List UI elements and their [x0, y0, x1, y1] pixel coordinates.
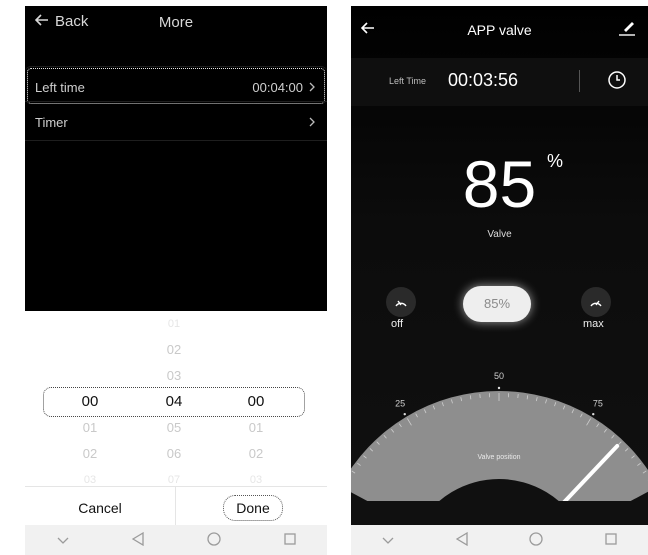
- picker-item: 02: [248, 446, 264, 461]
- picker-item: 02: [82, 446, 98, 461]
- minutes-column[interactable]: 01 02 03 04 05 06 07: [144, 311, 204, 493]
- seconds-column[interactable]: 00 01 02 03: [226, 311, 286, 493]
- time-picker: 00 01 02 03 01 02 03 04 05 06 07 00 01 0…: [25, 311, 327, 486]
- valve-value: 85: [462, 147, 537, 221]
- timer-row[interactable]: Timer: [25, 101, 327, 141]
- gauge-tick-dot: [592, 412, 595, 416]
- valve-position-gauge[interactable]: 0255075100Valve position: [351, 361, 648, 501]
- picker-item: [226, 311, 286, 337]
- chevron-down-icon[interactable]: [382, 532, 394, 548]
- left-time-label: Left time: [35, 80, 85, 95]
- picker-item: [60, 337, 120, 363]
- cancel-button[interactable]: Cancel: [25, 500, 175, 516]
- system-nav-bar: [25, 525, 327, 555]
- edit-button[interactable]: [618, 20, 636, 41]
- system-nav-bar: [351, 525, 648, 555]
- picker-selected-item: 04: [165, 393, 183, 410]
- picker-item: [60, 363, 120, 389]
- left-screen: Back More Left time 00:04:00 Timer 00 01…: [25, 6, 327, 555]
- left-time-row[interactable]: Left time 00:04:00: [25, 66, 327, 106]
- page-title: APP valve: [467, 22, 532, 38]
- left-time-bar: Left Time 00:03:56: [351, 58, 648, 106]
- nav-recents-icon[interactable]: [605, 532, 617, 548]
- picker-item: 01: [82, 420, 98, 435]
- done-button[interactable]: Done: [223, 495, 283, 521]
- timer-label: Timer: [35, 115, 68, 130]
- picker-item: 05: [166, 420, 182, 435]
- pencil-icon: [618, 22, 636, 40]
- hours-column[interactable]: 00 01 02 03: [60, 311, 120, 493]
- page-title: More: [158, 14, 194, 31]
- valve-percent-pill[interactable]: 85%: [463, 286, 531, 322]
- picker-selected-item: 00: [247, 393, 265, 410]
- valve-unit: %: [547, 151, 564, 171]
- chevron-down-icon[interactable]: [57, 532, 69, 548]
- nav-back-icon[interactable]: [455, 531, 468, 549]
- gauge-tick-label: 75: [593, 398, 603, 408]
- picker-item: 06: [166, 446, 182, 461]
- picker-item: 01: [248, 420, 264, 435]
- gauge-caption: Valve position: [477, 454, 520, 461]
- off-label: off: [391, 318, 404, 330]
- clock-icon[interactable]: [607, 70, 627, 95]
- nav-home-icon[interactable]: [206, 531, 221, 549]
- gauge-tick-dot: [497, 386, 501, 390]
- more-panel: Back More Left time 00:04:00 Timer: [25, 6, 327, 311]
- picker-actions: Cancel Done: [25, 486, 327, 529]
- left-time-label: Left Time: [389, 76, 427, 86]
- picker-item: [226, 363, 286, 389]
- right-header: APP valve: [351, 6, 648, 56]
- picker-selected-item: 00: [81, 393, 99, 410]
- nav-back-icon[interactable]: [131, 531, 144, 549]
- picker-item: 03: [166, 368, 182, 383]
- gauge-high-icon: [588, 295, 604, 314]
- gauge-tick-dot: [403, 412, 406, 416]
- nav-recents-icon[interactable]: [283, 532, 296, 548]
- max-button[interactable]: [581, 287, 611, 317]
- chevron-right-icon: [309, 115, 315, 130]
- picker-item: 02: [166, 342, 182, 357]
- chevron-right-icon: [309, 80, 315, 95]
- max-label: max: [583, 318, 604, 330]
- left-time-value: 00:04:00: [252, 80, 303, 95]
- left-header: Back More: [25, 6, 327, 40]
- gauge-tick-label: 50: [494, 371, 504, 381]
- gauge-tick-label: 25: [395, 398, 405, 408]
- valve-label: Valve: [487, 229, 512, 240]
- nav-home-icon[interactable]: [529, 531, 544, 549]
- right-screen: APP valve Left Time 00:03:56 85 % Valve …: [351, 6, 648, 555]
- picker-item: 01: [167, 318, 181, 330]
- off-button[interactable]: [386, 287, 416, 317]
- gauge-low-icon: [393, 295, 409, 314]
- divider: [175, 487, 176, 529]
- left-time-value: 00:03:56: [448, 70, 519, 90]
- picker-item: [226, 337, 286, 363]
- divider: [579, 70, 580, 92]
- picker-item: [60, 311, 120, 337]
